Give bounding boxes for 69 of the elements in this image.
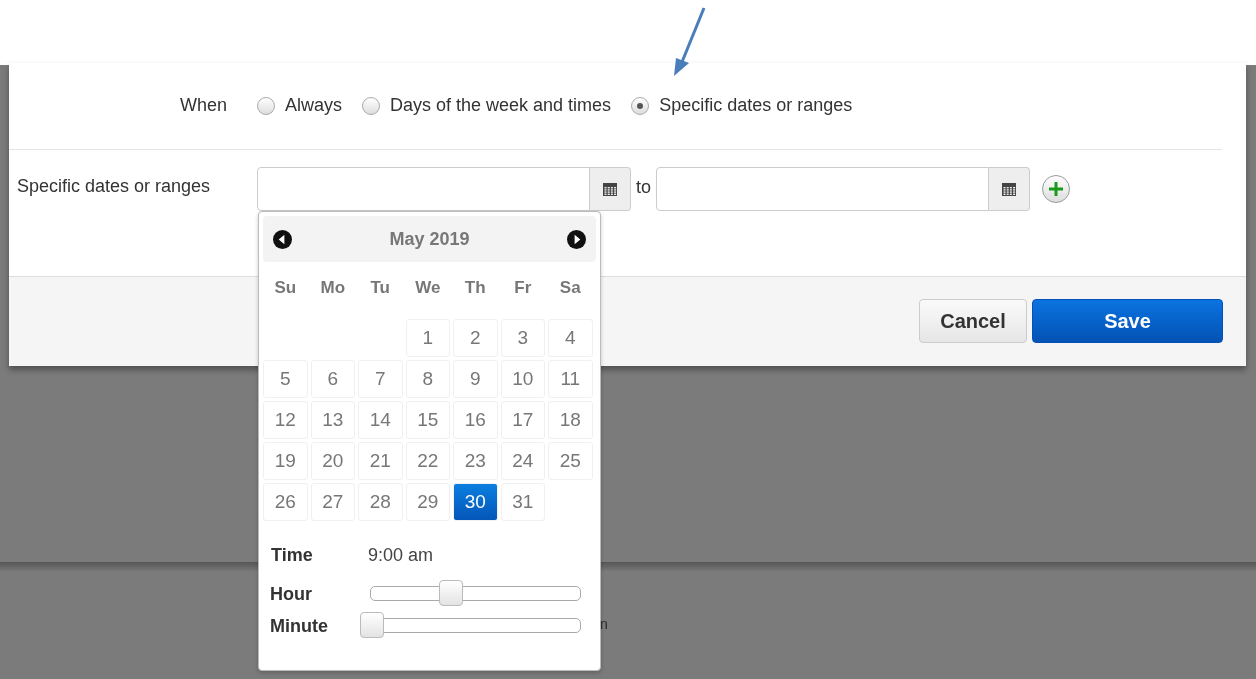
day-cell[interactable]: 14	[358, 401, 403, 439]
day-cell[interactable]: 24	[500, 442, 545, 480]
radio-button[interactable]	[362, 96, 380, 115]
calendar-icon	[602, 181, 618, 197]
slider-thumb[interactable]	[360, 612, 384, 638]
weekday-label: Mo	[319, 277, 346, 299]
weekday-label: Tu	[369, 277, 391, 299]
day-cell[interactable]: 23	[453, 442, 498, 480]
day-cell[interactable]: 11	[548, 360, 593, 398]
day-cell[interactable]: 15	[405, 401, 450, 439]
day-cell[interactable]: 8	[405, 360, 450, 398]
radio-option[interactable]: Days of the week and times	[362, 95, 612, 116]
end-date-field[interactable]	[656, 167, 989, 211]
add-button[interactable]	[1042, 175, 1070, 203]
day-cell[interactable]: 22	[405, 442, 450, 480]
previous-month-button[interactable]	[273, 229, 292, 249]
month-title: May 2019	[389, 228, 470, 250]
day-cell[interactable]: 12	[263, 401, 308, 439]
save-button[interactable]: Save	[1032, 299, 1223, 343]
next-month-button[interactable]	[567, 229, 586, 249]
arrow-annotation	[674, 7, 706, 76]
day-cell[interactable]: 17	[500, 401, 545, 439]
day-cell[interactable]: 16	[453, 401, 498, 439]
day-cell[interactable]: 13	[310, 401, 355, 439]
day-cell[interactable]: 2	[453, 319, 498, 357]
day-cell[interactable]: 28	[358, 483, 403, 521]
calendar-icon	[1001, 181, 1017, 197]
dates-label: Specific dates or ranges	[16, 175, 212, 197]
slider-thumb[interactable]	[438, 580, 463, 606]
slider-label: Minute	[270, 615, 329, 637]
weekday-label: We	[414, 277, 442, 299]
calendar-button[interactable]	[989, 167, 1030, 211]
day-cell[interactable]: 31	[500, 483, 545, 521]
day-cell[interactable]: 9	[453, 360, 498, 398]
day-cell[interactable]: 30	[453, 483, 498, 521]
weekday-label: Fr	[513, 277, 533, 299]
day-cell[interactable]: 18	[548, 401, 593, 439]
plus-icon	[1048, 181, 1064, 197]
radio-option[interactable]: Specific dates or ranges	[631, 95, 853, 116]
day-cell[interactable]: 27	[310, 483, 355, 521]
day-cell[interactable]: 26	[263, 483, 308, 521]
weekday-label: Su	[273, 277, 298, 299]
day-cell[interactable]: 20	[310, 442, 355, 480]
calendar-button[interactable]	[590, 167, 631, 211]
to-label: to	[635, 176, 652, 198]
day-cell[interactable]: 1	[405, 319, 450, 357]
when-label: When	[178, 95, 228, 116]
cancel-button[interactable]: Cancel	[919, 299, 1027, 343]
day-cell[interactable]: 21	[358, 442, 403, 480]
day-cell[interactable]: 4	[548, 319, 593, 357]
slider-track[interactable]	[360, 612, 581, 640]
time-value: 9:00 am	[368, 545, 434, 566]
day-cell[interactable]: 7	[358, 360, 403, 398]
time-label: Time	[271, 545, 314, 566]
start-date-field[interactable]	[257, 167, 590, 211]
radio-option[interactable]: Always	[257, 95, 342, 116]
radio-button[interactable]	[257, 96, 275, 115]
slider-label: Hour	[270, 583, 313, 605]
day-cell[interactable]: 29	[405, 483, 450, 521]
day-cell[interactable]: 19	[263, 442, 308, 480]
day-cell[interactable]: 10	[500, 360, 545, 398]
radio-button[interactable]	[631, 96, 650, 115]
background-text: n	[600, 616, 608, 632]
day-cell[interactable]: 5	[263, 360, 308, 398]
day-cell[interactable]: 25	[548, 442, 593, 480]
day-cell[interactable]: 3	[500, 319, 545, 357]
weekday-label: Th	[463, 277, 487, 299]
day-cell[interactable]: 6	[310, 360, 355, 398]
weekday-label: Sa	[558, 277, 582, 299]
